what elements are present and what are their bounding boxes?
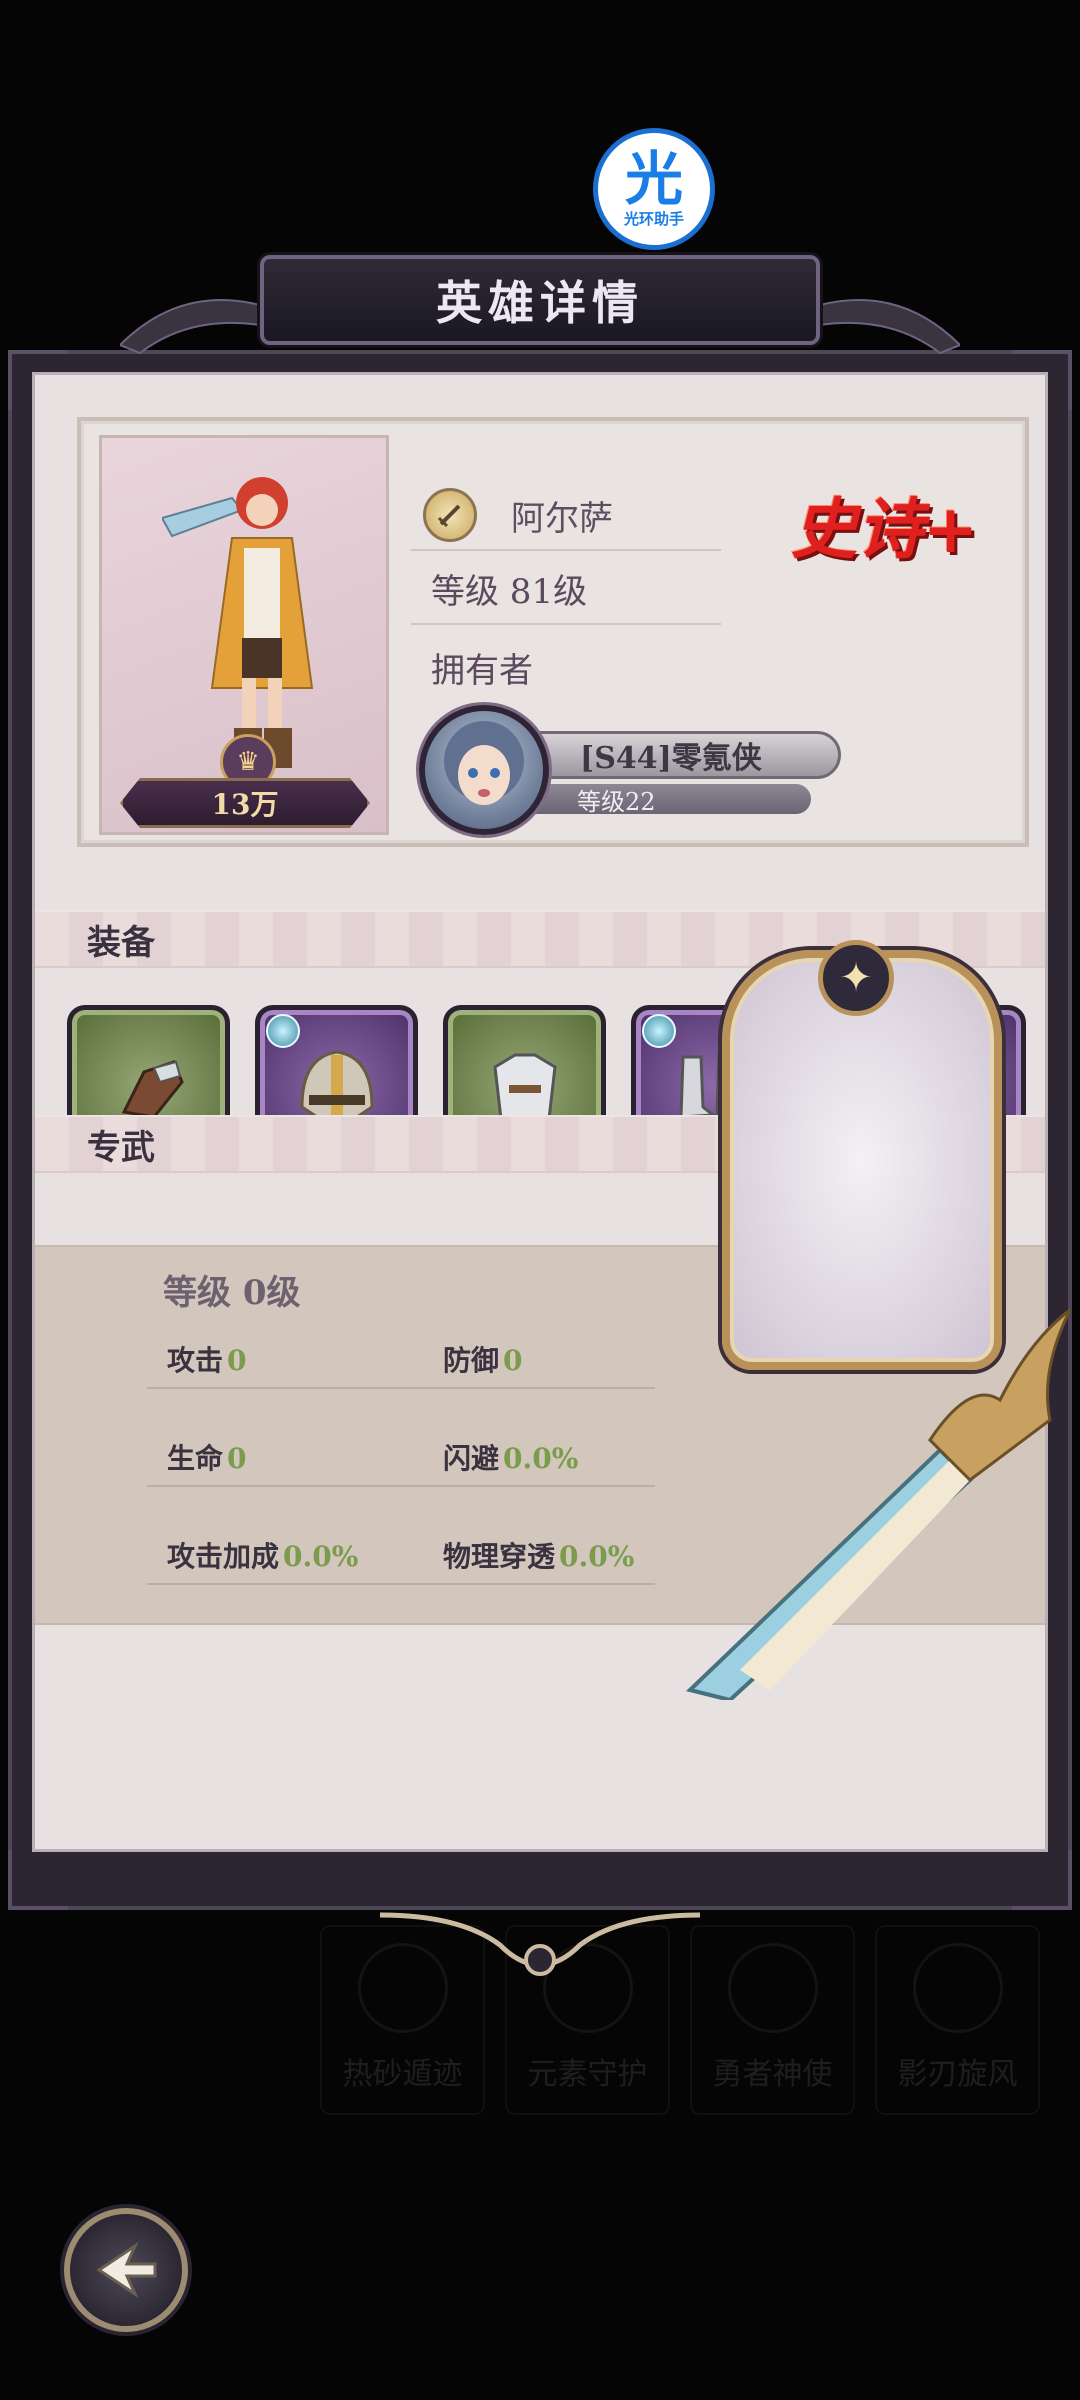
hero-name: 阿尔萨 bbox=[511, 498, 613, 539]
enhance-gem-icon bbox=[266, 1014, 300, 1048]
background-tab: 影刃旋风 bbox=[875, 1925, 1040, 2115]
background-tab: 勇者神使 bbox=[690, 1925, 855, 2115]
hero-portrait[interactable]: ♛ 13万 bbox=[99, 435, 389, 835]
power-badge: 13万 bbox=[120, 778, 370, 828]
avatar-face-icon bbox=[444, 721, 524, 805]
hero-level: 等级 81级 bbox=[411, 553, 721, 625]
owner-name: [S44]零氪侠 bbox=[580, 741, 762, 776]
stat-divider bbox=[147, 1583, 655, 1585]
hero-name-row: 阿尔萨 bbox=[411, 481, 721, 551]
rarity-label: 史诗+ bbox=[791, 490, 979, 568]
hero-power: 13万 bbox=[211, 788, 279, 821]
stat-attack-bonus: 攻击加成 0.0% bbox=[167, 1540, 359, 1573]
weapon-level: 等级 0级 bbox=[163, 1273, 301, 1313]
sword-class-icon bbox=[423, 488, 477, 542]
header-title-bar: 英雄详情 bbox=[260, 255, 820, 345]
owner-avatar[interactable] bbox=[419, 705, 549, 835]
hero-figure-icon bbox=[162, 477, 314, 768]
enhance-gem-icon bbox=[642, 1014, 676, 1048]
badge-label: 光环助手 bbox=[623, 209, 684, 228]
back-button[interactable] bbox=[64, 2208, 188, 2332]
stat-attack: 攻击 0 bbox=[167, 1344, 247, 1377]
owner-level-bar: 等级22 bbox=[511, 784, 811, 816]
hero-card: ♛ 13万 阿尔萨 等级 81级 拥有者 史诗+ [S44]零氪侠 等级22 bbox=[77, 417, 1029, 847]
equipment-title: 装备 bbox=[87, 922, 155, 963]
stat-divider bbox=[147, 1485, 655, 1487]
owner-label: 拥有者 bbox=[431, 651, 533, 691]
owner-level: 等级22 bbox=[577, 787, 656, 816]
greatsword-icon bbox=[686, 1308, 1072, 1700]
stat-dodge: 闪避 0.0% bbox=[443, 1442, 579, 1475]
panel-bottom-ornament bbox=[380, 1912, 700, 1976]
stat-hp: 生命 0 bbox=[167, 1442, 247, 1475]
helper-app-badge[interactable]: 光 光环助手 bbox=[593, 128, 715, 250]
badge-glyph: 光 bbox=[624, 144, 683, 213]
star-emblem-icon: ✦ bbox=[818, 940, 894, 1016]
exclusive-weapon-title: 专武 bbox=[87, 1127, 155, 1168]
stat-armor-penetration: 物理穿透 0.0% bbox=[443, 1540, 635, 1573]
stat-divider bbox=[147, 1387, 655, 1389]
hero-level-text: 等级 81级 bbox=[431, 571, 588, 612]
owner-name-bar[interactable]: [S44]零氪侠 bbox=[511, 731, 841, 779]
page-title: 英雄详情 bbox=[436, 276, 644, 330]
back-arrow-icon bbox=[96, 2241, 157, 2299]
stat-defense: 防御 0 bbox=[443, 1344, 523, 1377]
